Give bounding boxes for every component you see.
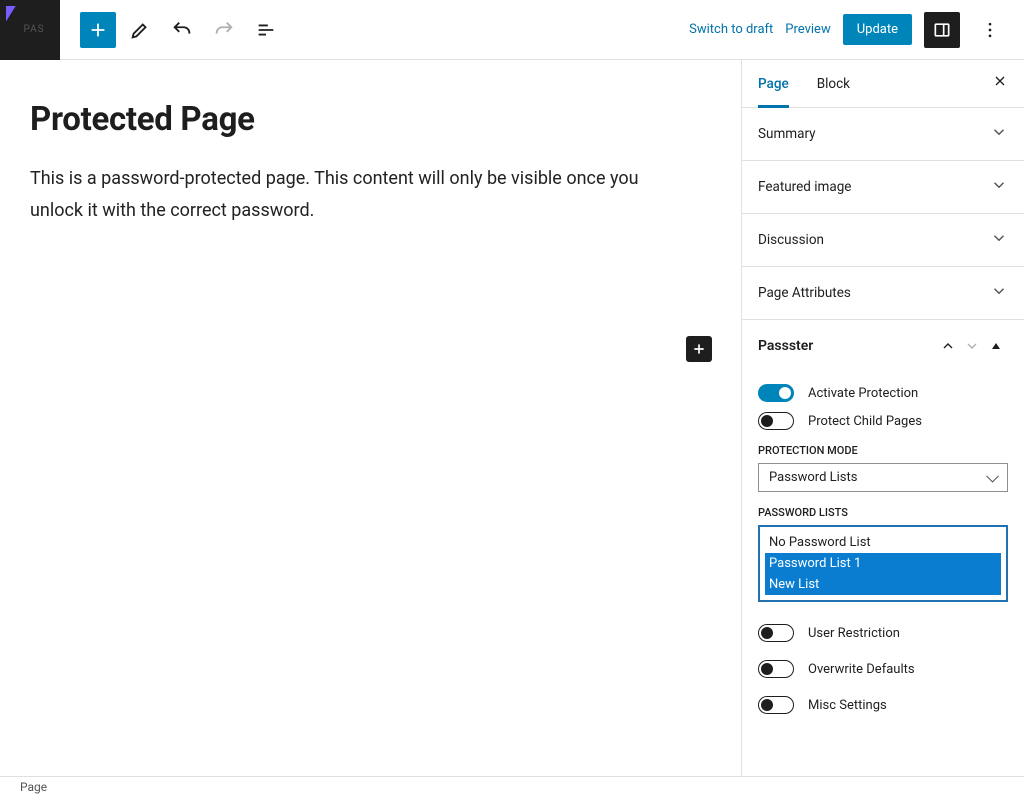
sidebar-toggle-button[interactable] [924, 12, 960, 48]
panel-featured-image[interactable]: Featured image [742, 161, 1024, 214]
close-sidebar-button[interactable] [992, 73, 1008, 94]
redo-button[interactable] [206, 12, 242, 48]
panel-passster: Passster Activate Protection Protect Chi… [742, 320, 1024, 742]
passster-move-down-button[interactable] [960, 334, 984, 358]
chevron-down-icon [990, 176, 1008, 198]
user-restriction-label: User Restriction [808, 626, 900, 641]
panel-summary[interactable]: Summary [742, 108, 1024, 161]
user-restriction-row: User Restriction [758, 624, 1008, 642]
top-toolbar: PAS Switch to draft Preview Update [0, 0, 1024, 60]
passster-panel-body: Activate Protection Protect Child Pages … [742, 368, 1024, 742]
password-lists-listbox[interactable]: No Password List Password List 1 New Lis… [758, 525, 1008, 602]
sidebar-tabs: Page Block [742, 60, 1024, 108]
inline-add-block-button[interactable] [686, 336, 712, 362]
overwrite-defaults-label: Overwrite Defaults [808, 662, 915, 677]
panel-summary-label: Summary [758, 126, 816, 142]
logo-text: PAS [23, 24, 44, 35]
add-block-button[interactable] [80, 12, 116, 48]
protection-mode-select[interactable]: Password Lists [758, 463, 1008, 492]
content-wrapper: Protected Page This is a password-protec… [0, 60, 700, 268]
breadcrumb[interactable]: Page [20, 780, 47, 794]
panel-featured-image-label: Featured image [758, 179, 851, 195]
protect-child-pages-row: Protect Child Pages [758, 412, 1008, 430]
password-list-option-newlist[interactable]: New List [765, 574, 1001, 595]
undo-button[interactable] [164, 12, 200, 48]
chevron-down-icon [990, 282, 1008, 304]
more-options-button[interactable] [972, 12, 1008, 48]
misc-settings-row: Misc Settings [758, 696, 1008, 714]
document-overview-button[interactable] [248, 12, 284, 48]
edit-tool-button[interactable] [122, 12, 158, 48]
password-list-option-none[interactable]: No Password List [765, 532, 1001, 553]
panel-discussion-label: Discussion [758, 232, 824, 248]
password-lists-label: PASSWORD LISTS [758, 506, 1008, 519]
settings-sidebar: Page Block Summary Featured image Discus… [741, 60, 1024, 776]
switch-to-draft-link[interactable]: Switch to draft [689, 22, 773, 37]
protect-child-pages-toggle[interactable] [758, 412, 794, 430]
panel-page-attributes-label: Page Attributes [758, 285, 851, 301]
update-button[interactable]: Update [843, 14, 912, 45]
misc-settings-label: Misc Settings [808, 698, 887, 713]
activate-protection-row: Activate Protection [758, 384, 1008, 402]
page-body-paragraph[interactable]: This is a password-protected page. This … [30, 163, 670, 228]
editor-footer: Page [0, 776, 1024, 796]
overwrite-defaults-row: Overwrite Defaults [758, 660, 1008, 678]
page-title[interactable]: Protected Page [30, 100, 670, 139]
toolbar-left-group [60, 12, 284, 48]
tab-page[interactable]: Page [758, 60, 789, 108]
misc-settings-toggle[interactable] [758, 696, 794, 714]
panel-page-attributes[interactable]: Page Attributes [742, 267, 1024, 320]
chevron-down-icon [990, 123, 1008, 145]
passster-collapse-button[interactable] [984, 334, 1008, 358]
toolbar-right-group: Switch to draft Preview Update [689, 12, 1024, 48]
tab-block[interactable]: Block [817, 60, 850, 108]
chevron-down-icon [990, 229, 1008, 251]
passster-title-row: Passster [742, 320, 1024, 368]
overwrite-defaults-toggle[interactable] [758, 660, 794, 678]
passster-move-up-button[interactable] [936, 334, 960, 358]
protection-mode-label: PROTECTION MODE [758, 444, 1008, 457]
passster-title: Passster [758, 338, 813, 354]
activate-protection-label: Activate Protection [808, 386, 918, 401]
logo-accent [6, 6, 16, 22]
protect-child-pages-label: Protect Child Pages [808, 414, 922, 429]
editor-canvas[interactable]: Protected Page This is a password-protec… [0, 60, 741, 776]
panel-discussion[interactable]: Discussion [742, 214, 1024, 267]
password-list-option-list1[interactable]: Password List 1 [765, 553, 1001, 574]
preview-link[interactable]: Preview [785, 22, 830, 37]
activate-protection-toggle[interactable] [758, 384, 794, 402]
user-restriction-toggle[interactable] [758, 624, 794, 642]
site-logo[interactable]: PAS [0, 0, 60, 60]
protection-mode-value: Password Lists [769, 470, 857, 485]
